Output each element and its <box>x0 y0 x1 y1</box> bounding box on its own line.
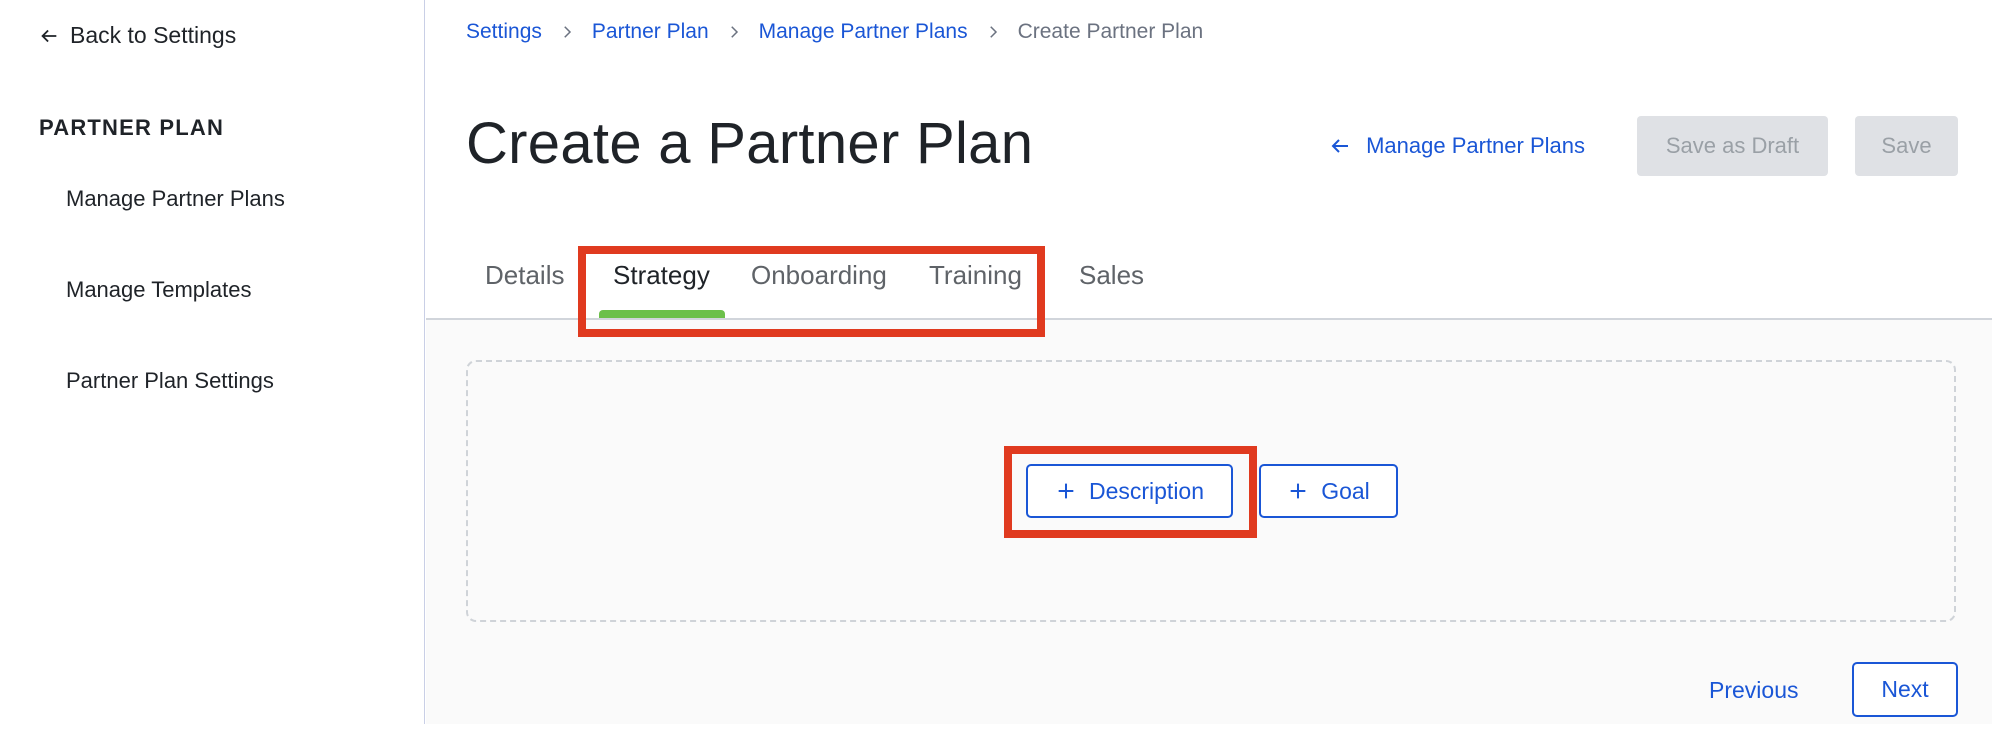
breadcrumb-settings[interactable]: Settings <box>466 20 542 44</box>
plus-icon <box>1058 483 1074 499</box>
add-description-label: Description <box>1088 477 1205 504</box>
chevron-right-icon <box>564 26 571 38</box>
previous-button[interactable]: Previous <box>1709 677 1798 704</box>
tab-onboarding[interactable]: Onboarding <box>751 260 887 291</box>
sidebar-item-partner-plan-settings[interactable]: Partner Plan Settings <box>66 368 285 459</box>
strategy-panel: Description Goal Previous Next <box>426 320 1992 724</box>
chevron-right-icon <box>730 26 738 38</box>
manage-partner-plans-label: Manage Partner Plans <box>1366 133 1585 158</box>
arrow-left-icon <box>41 29 57 42</box>
breadcrumb: Settings Partner Plan Manage Partner Pla… <box>466 20 1203 44</box>
main-content: Settings Partner Plan Manage Partner Pla… <box>426 0 1992 724</box>
active-tab-indicator <box>599 310 725 318</box>
sidebar-item-manage-templates[interactable]: Manage Templates <box>66 277 285 368</box>
save-button[interactable]: Save <box>1855 116 1958 176</box>
sidebar-nav: Manage Partner Plans Manage Templates Pa… <box>66 186 285 459</box>
chevron-right-icon <box>989 26 997 38</box>
breadcrumb-partner-plan[interactable]: Partner Plan <box>592 20 709 44</box>
next-button[interactable]: Next <box>1852 662 1958 717</box>
manage-partner-plans-link[interactable]: Manage Partner Plans <box>1328 133 1585 159</box>
sidebar: Back to Settings PARTNER PLAN Manage Par… <box>0 0 425 724</box>
add-description-button[interactable]: Description <box>1026 464 1233 518</box>
tab-sales[interactable]: Sales <box>1079 260 1144 291</box>
tab-strategy[interactable]: Strategy <box>613 260 710 291</box>
page-title: Create a Partner Plan <box>466 111 1034 176</box>
save-as-draft-button[interactable]: Save as Draft <box>1637 116 1828 176</box>
tab-details[interactable]: Details <box>485 260 564 291</box>
tab-bar: Details Strategy Onboarding Training Sal… <box>426 250 1992 320</box>
header-actions: Manage Partner Plans Save as Draft Save <box>1328 116 1958 176</box>
back-to-settings-link[interactable]: Back to Settings <box>38 22 236 49</box>
sidebar-section-title: PARTNER PLAN <box>39 115 225 140</box>
sidebar-item-manage-partner-plans[interactable]: Manage Partner Plans <box>66 186 285 277</box>
plus-icon <box>1290 483 1306 499</box>
back-to-settings-label: Back to Settings <box>70 22 237 48</box>
add-goal-label: Goal <box>1321 477 1370 504</box>
tab-training[interactable]: Training <box>929 260 1022 291</box>
breadcrumb-manage-partner-plans[interactable]: Manage Partner Plans <box>759 20 968 44</box>
breadcrumb-current: Create Partner Plan <box>1017 20 1204 43</box>
add-goal-button[interactable]: Goal <box>1259 464 1398 518</box>
arrow-left-icon <box>1331 139 1349 153</box>
